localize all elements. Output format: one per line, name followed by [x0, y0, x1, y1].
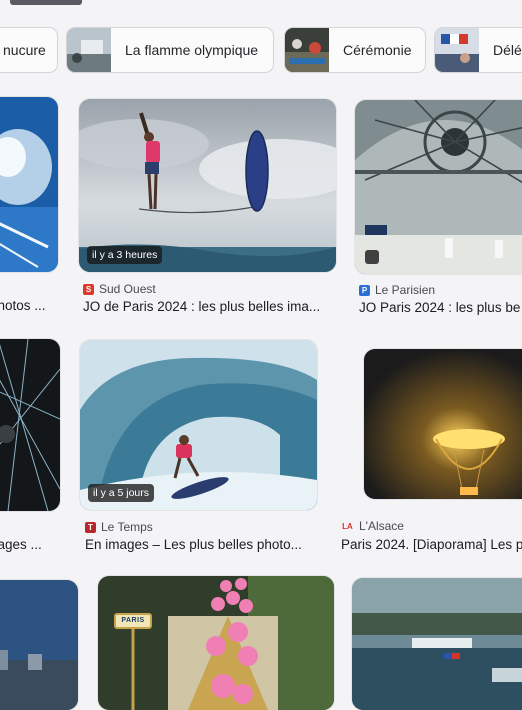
active-tab-indicator	[10, 0, 82, 5]
sud-ouest-favicon-icon: S	[83, 283, 94, 295]
image-olympic-balloon	[364, 349, 522, 499]
chip-label: La flamme olympique	[125, 42, 259, 58]
source-name: L'Alsace	[359, 519, 404, 533]
image-card-paris-pink-decor[interactable]: PARIS	[98, 576, 334, 710]
image-card-city-dusk[interactable]	[0, 580, 78, 710]
result-title[interactable]: En images – Les plus belles photo...	[85, 537, 320, 552]
chip-nucure[interactable]: nucure	[0, 27, 58, 73]
chip-thumbnail-image	[435, 28, 479, 72]
source-sud-ouest[interactable]: S Sud Ouest	[83, 282, 156, 296]
chip-ceremonie[interactable]: Cérémonie	[284, 27, 426, 73]
image-card-grand-palais-fencing[interactable]	[355, 100, 522, 274]
image-card-olympic-balloon[interactable]	[364, 349, 522, 499]
image-card-surfer-barrel[interactable]: il y a 5 jours	[80, 340, 317, 510]
chip-label: Délég	[493, 42, 522, 58]
image-water-splash	[0, 97, 58, 272]
result-title[interactable]: nages ...	[0, 537, 60, 552]
chip-delegation[interactable]: Délég	[434, 27, 522, 73]
timestamp-badge: il y a 5 jours	[88, 484, 155, 502]
image-seine-parade	[352, 578, 522, 710]
image-city-dusk	[0, 580, 78, 710]
source-name: Le Temps	[101, 520, 153, 534]
source-name: Sud Ouest	[99, 282, 156, 296]
timestamp-badge: il y a 3 heures	[87, 246, 163, 264]
le-parisien-favicon-icon: P	[359, 284, 370, 296]
chip-label: Cérémonie	[343, 42, 412, 58]
chip-thumbnail-image	[67, 28, 111, 72]
source-l-alsace[interactable]: LA L'Alsace	[341, 519, 404, 533]
image-gallery-icon	[365, 250, 379, 264]
result-title[interactable]: JO de Paris 2024 : les plus belles ima..…	[83, 299, 333, 314]
image-card-water-splash[interactable]	[0, 97, 58, 272]
image-grand-palais-fencing	[355, 100, 522, 274]
image-laser-show	[0, 339, 60, 511]
result-title[interactable]: JO Paris 2024 : les plus be	[359, 300, 522, 315]
image-card-seine-parade[interactable]	[352, 578, 522, 710]
le-temps-favicon-icon: T	[85, 521, 96, 533]
result-title[interactable]: Paris 2024. [Diaporama] Les p	[341, 537, 522, 552]
source-le-parisien[interactable]: P Le Parisien	[359, 283, 435, 297]
chip-thumbnail-image	[285, 28, 329, 72]
image-paris-pink-decor	[98, 576, 334, 710]
image-card-surfer-levitating[interactable]: il y a 3 heures	[79, 99, 336, 272]
l-alsace-favicon-icon: LA	[342, 521, 353, 531]
source-le-temps[interactable]: T Le Temps	[85, 520, 153, 534]
result-title[interactable]: photos ...	[0, 298, 58, 313]
chip-label: nucure	[3, 42, 46, 58]
image-card-laser-show[interactable]	[0, 339, 60, 511]
chip-flamme-olympique[interactable]: La flamme olympique	[66, 27, 274, 73]
paris-sign-text: PARIS	[121, 617, 145, 624]
source-name: Le Parisien	[375, 283, 436, 297]
